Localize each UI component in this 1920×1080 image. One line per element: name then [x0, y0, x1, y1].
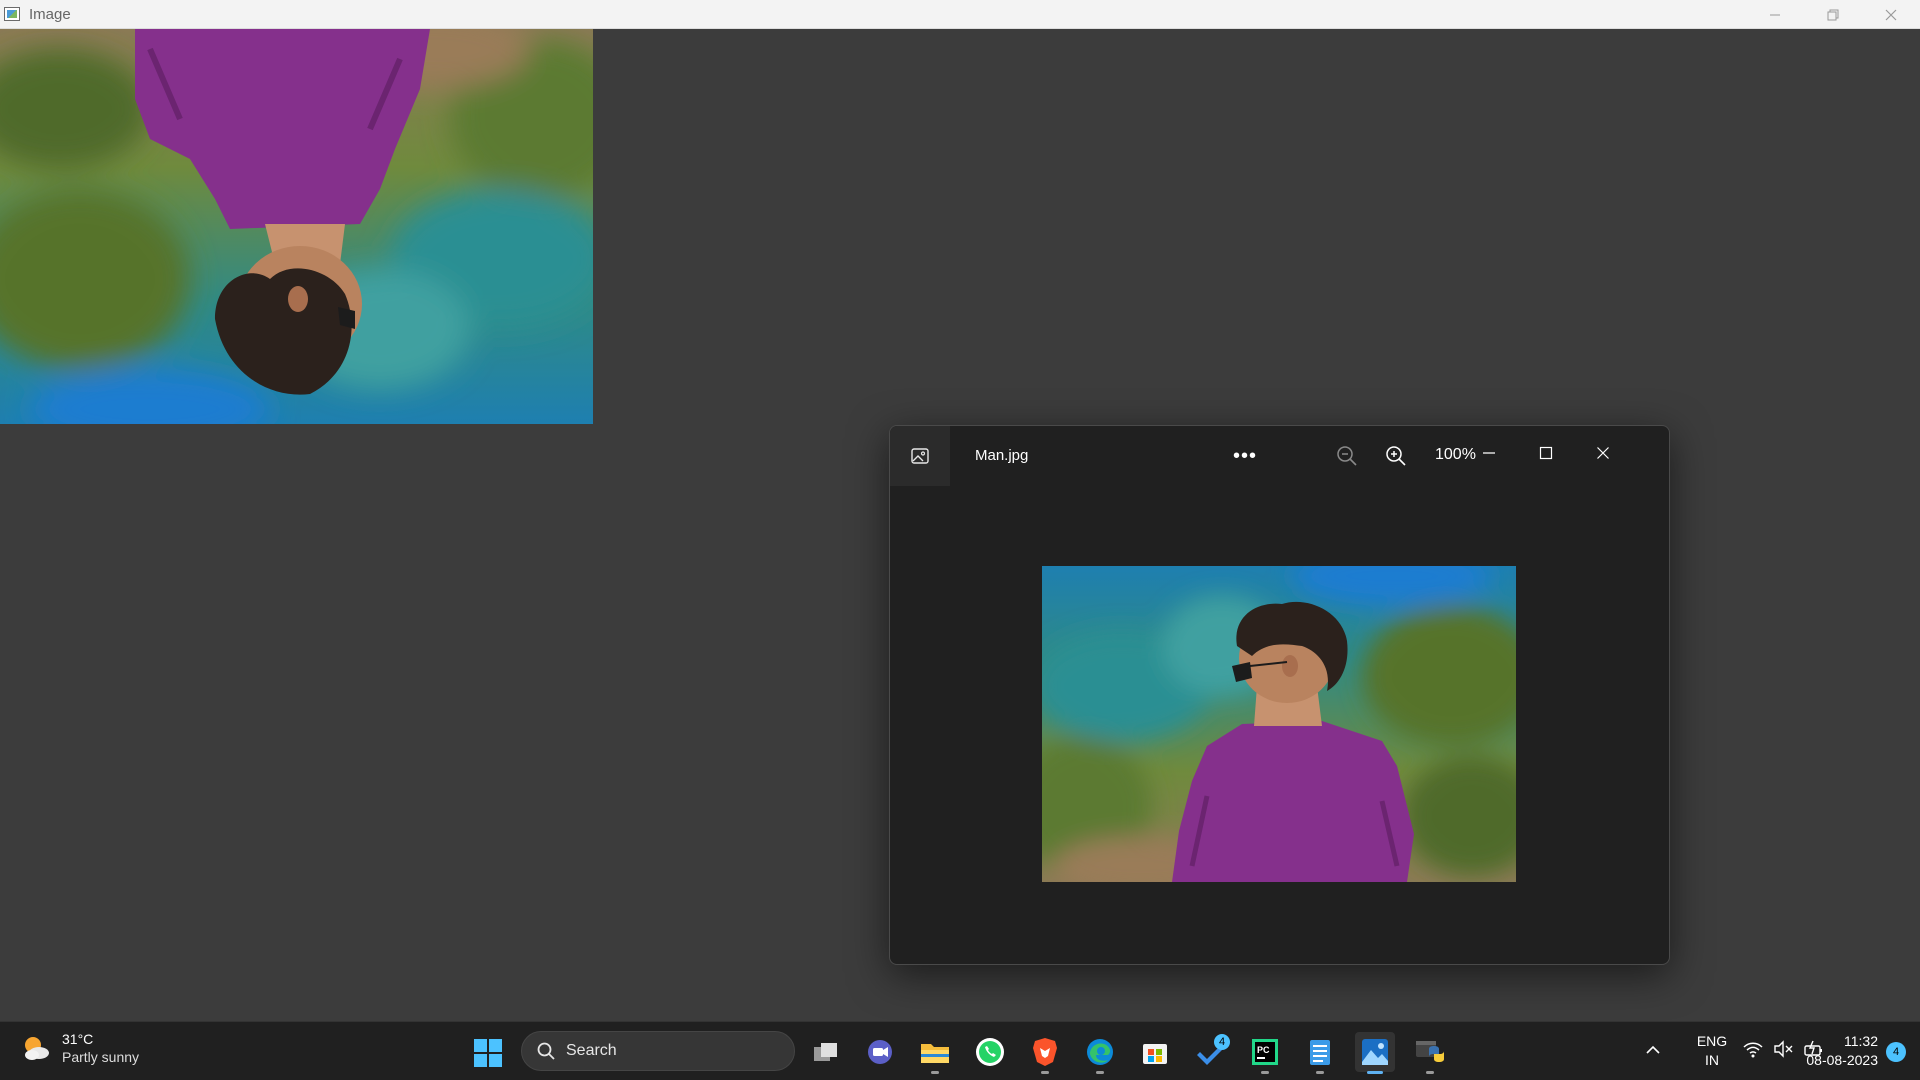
- clock-date: 08-08-2023: [1806, 1052, 1878, 1068]
- window-title: Image: [29, 5, 71, 23]
- photos-maximize-button[interactable]: [1526, 438, 1566, 468]
- lang-line2: IN: [1705, 1052, 1719, 1068]
- taskbar-app-edge[interactable]: [1080, 1032, 1120, 1074]
- clock[interactable]: 11:32 08-08-2023: [1778, 1032, 1878, 1070]
- more-options-icon: •••: [1232, 444, 1257, 467]
- taskbar-app-pycharm[interactable]: PC: [1245, 1032, 1285, 1074]
- restore-button[interactable]: [1804, 0, 1862, 29]
- main-window-titlebar: Image: [0, 0, 1920, 29]
- flipped-photo: [0, 29, 593, 424]
- image-canvas-area: Man.jpg ••• 100%: [0, 29, 1920, 1021]
- python-icon: [1416, 1041, 1444, 1062]
- whatsapp-icon: [976, 1038, 1004, 1066]
- flipped-photo-illustration: [0, 29, 593, 424]
- clock-time: 11:32: [1844, 1033, 1878, 1049]
- minimize-icon: [1483, 452, 1495, 454]
- start-button[interactable]: [472, 1037, 504, 1069]
- store-icon: [1143, 1044, 1167, 1064]
- lang-line1: ENG: [1696, 1033, 1728, 1049]
- show-hidden-icons-button[interactable]: [1645, 1042, 1661, 1063]
- weather-temp: 31°C: [62, 1031, 94, 1047]
- taskbar-app-task-view[interactable]: [806, 1032, 846, 1072]
- taskbar-app-todo[interactable]: 4: [1192, 1032, 1232, 1072]
- notification-badge[interactable]: 4: [1886, 1042, 1906, 1062]
- more-options-button[interactable]: •••: [1230, 442, 1260, 470]
- task-view-icon: [814, 1043, 837, 1061]
- close-icon: [1597, 447, 1609, 459]
- taskbar-app-file-explorer[interactable]: [915, 1032, 955, 1074]
- chevron-up-icon: [1646, 1045, 1660, 1054]
- svg-text:PC: PC: [1257, 1045, 1270, 1055]
- close-button[interactable]: [1862, 0, 1920, 29]
- gallery-button[interactable]: [890, 426, 950, 486]
- taskbar-app-teams-meet[interactable]: [860, 1032, 900, 1072]
- window-controls: [1746, 0, 1920, 29]
- minimize-button[interactable]: [1746, 0, 1804, 29]
- zoom-out-icon: [1337, 446, 1357, 466]
- taskbar-app-microsoft-store[interactable]: [1135, 1032, 1175, 1072]
- close-icon: [1885, 9, 1897, 20]
- photos-minimize-button[interactable]: [1469, 438, 1509, 468]
- gallery-icon: [911, 448, 929, 464]
- photos-viewer-window: Man.jpg ••• 100%: [889, 425, 1670, 965]
- taskbar-search[interactable]: Search: [521, 1031, 795, 1071]
- minimize-icon: [1770, 14, 1780, 15]
- brave-icon: [1033, 1038, 1057, 1066]
- zoom-in-button[interactable]: [1383, 443, 1409, 469]
- taskbar-app-whatsapp[interactable]: [970, 1032, 1010, 1072]
- search-icon: [537, 1042, 555, 1060]
- man-photo-illustration: [1042, 566, 1516, 882]
- taskbar: 31°C Partly sunny Search 4 PC ENG IN 11:…: [0, 1021, 1920, 1080]
- taskbar-app-python[interactable]: [1410, 1032, 1450, 1074]
- photos-titlebar: Man.jpg ••• 100%: [890, 426, 1669, 486]
- maximize-icon: [1539, 446, 1553, 460]
- photos-icon: [1362, 1039, 1388, 1065]
- photos-close-button[interactable]: [1583, 438, 1623, 468]
- displayed-photo: [1042, 566, 1516, 882]
- edge-icon: [1087, 1039, 1113, 1065]
- folder-icon: [921, 1044, 949, 1063]
- zoom-out-button[interactable]: [1334, 443, 1360, 469]
- weather-condition: Partly sunny: [62, 1049, 140, 1065]
- image-app-icon: [3, 6, 21, 22]
- teams-meet-icon: [868, 1040, 892, 1064]
- pycharm-icon: PC: [1252, 1039, 1278, 1065]
- windows-logo-icon: [474, 1039, 502, 1067]
- wifi-icon: [1743, 1042, 1763, 1058]
- search-label: Search: [566, 1042, 617, 1059]
- taskbar-app-photos[interactable]: [1355, 1032, 1395, 1074]
- zoom-in-icon: [1386, 446, 1406, 466]
- photo-filename: Man.jpg: [975, 447, 1029, 464]
- restore-icon: [1827, 9, 1839, 20]
- partly-sunny-icon: [25, 1037, 49, 1060]
- language-indicator[interactable]: ENG IN: [1692, 1032, 1732, 1070]
- weather-widget[interactable]: 31°C Partly sunny: [20, 1030, 139, 1066]
- taskbar-app-notepad[interactable]: [1300, 1032, 1340, 1074]
- todo-badge: 4: [1214, 1034, 1230, 1050]
- notepad-icon: [1310, 1040, 1330, 1065]
- taskbar-app-brave[interactable]: [1025, 1032, 1065, 1074]
